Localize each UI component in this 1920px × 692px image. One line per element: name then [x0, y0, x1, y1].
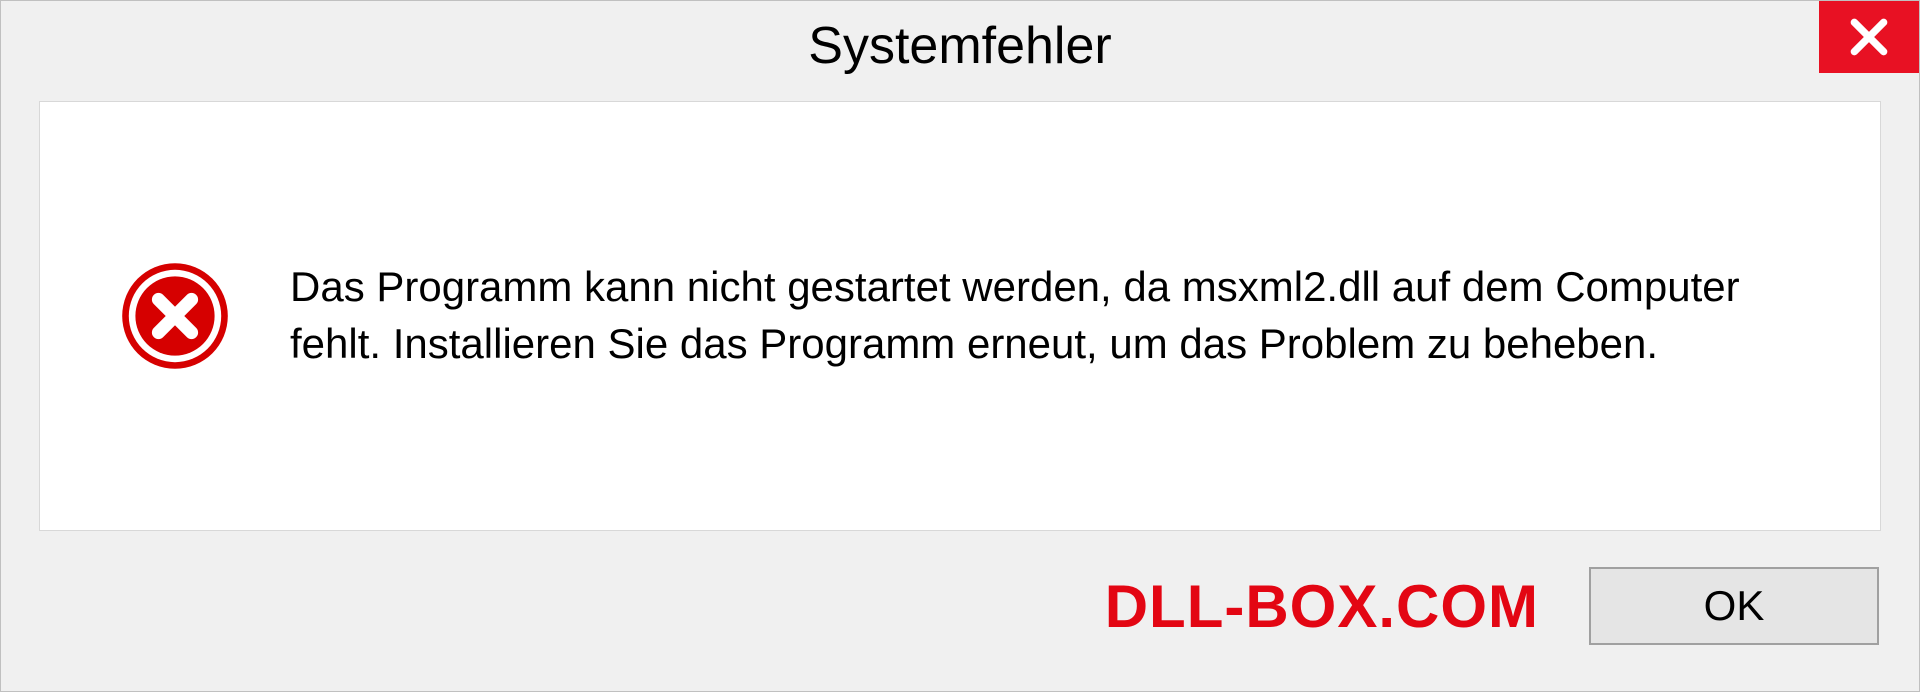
- close-button[interactable]: [1819, 1, 1919, 73]
- error-message: Das Programm kann nicht gestartet werden…: [290, 259, 1820, 372]
- dialog-footer: DLL-BOX.COM OK: [1, 551, 1919, 691]
- ok-button[interactable]: OK: [1589, 567, 1879, 645]
- content-area: Das Programm kann nicht gestartet werden…: [39, 101, 1881, 531]
- system-error-dialog: Systemfehler Das Programm kann nicht ges…: [0, 0, 1920, 692]
- watermark-text: DLL-BOX.COM: [1105, 572, 1539, 641]
- titlebar: Systemfehler: [1, 1, 1919, 91]
- error-icon: [120, 261, 230, 371]
- close-icon: [1847, 15, 1891, 59]
- dialog-title: Systemfehler: [808, 16, 1111, 76]
